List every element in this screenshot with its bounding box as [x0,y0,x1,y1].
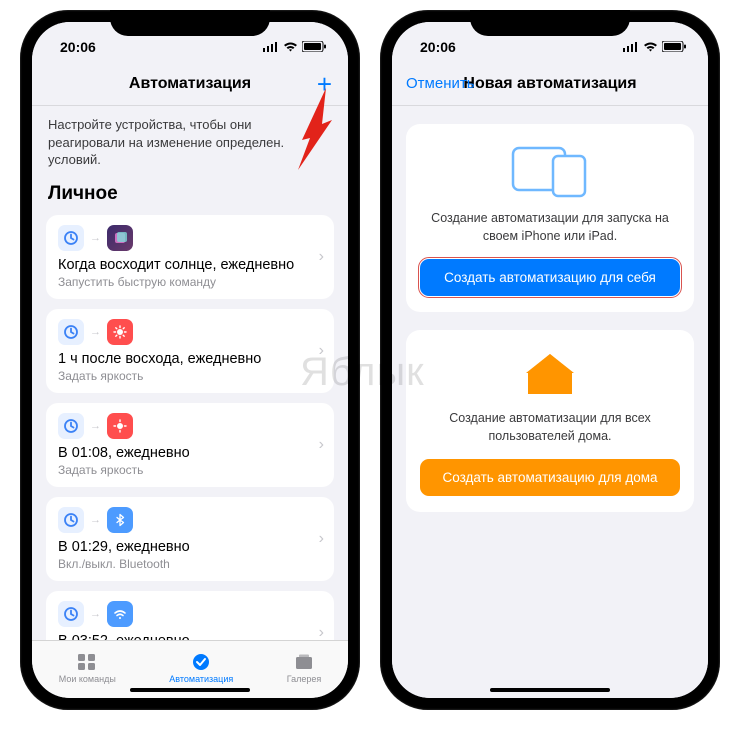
tab-label: Автоматизация [169,674,233,684]
automation-item[interactable]: → В 01:29, ежедневно Вкл./выкл. Bluetoot… [46,497,334,581]
automation-title: В 03:52, ежедневно [58,633,322,640]
home-icon [420,348,680,398]
create-home-automation-button[interactable]: Создать автоматизацию для дома [420,459,680,496]
status-indicators [263,39,326,55]
page-title: Новая автоматизация [463,75,636,93]
callout-arrow [254,84,344,179]
clock-icon [58,225,84,251]
battery-icon [302,39,326,55]
chevron-right-icon: › [319,530,324,548]
chevron-right-icon: › [319,342,324,360]
cancel-button[interactable]: Отменить [406,75,475,92]
shortcuts-icon [107,225,133,251]
phone-right: 20:06 Отменить Новая автоматизация [380,10,720,710]
page-title: Автоматизация [129,75,251,93]
clock-icon [58,319,84,345]
wifi-chip-icon [107,601,133,627]
battery-icon [662,39,686,55]
home-indicator[interactable] [130,688,250,692]
home-automation-card: Создание автоматизации для всех пользова… [406,330,694,512]
clock-icon [58,601,84,627]
automation-subtitle: Запустить быструю команду [58,275,322,289]
content-left[interactable]: Настройте устройства, чтобы они реагиров… [32,106,348,640]
clock-icon [58,413,84,439]
tab-label: Мои команды [59,674,116,684]
automation-title: 1 ч после восхода, ежедневно [58,351,322,367]
clock-icon [58,507,84,533]
tab-label: Галерея [287,674,322,684]
brightness-icon [107,319,133,345]
nav-bar: Отменить Новая автоматизация [392,62,708,106]
devices-icon [420,142,680,198]
signal-icon [623,39,639,55]
automation-item[interactable]: → В 01:08, ежедневно Задать яркость › [46,403,334,487]
card-description: Создание автоматизации для запуска на св… [420,210,680,245]
tab-gallery[interactable]: Галерея [287,652,322,684]
card-description: Создание автоматизации для всех пользова… [420,410,680,445]
arrow-icon: → [90,326,101,338]
automation-subtitle: Задать яркость [58,463,322,477]
automation-title: Когда восходит солнце, ежедневно [58,257,322,273]
chevron-right-icon: › [319,436,324,454]
arrow-icon: → [90,608,101,620]
create-personal-automation-button[interactable]: Создать автоматизацию для себя [420,259,680,296]
bluetooth-icon [107,507,133,533]
tab-my-commands[interactable]: Мои команды [59,652,116,684]
arrow-icon: → [90,232,101,244]
status-time: 20:06 [420,39,456,55]
wifi-icon [643,39,658,55]
chevron-right-icon: › [319,248,324,266]
arrow-icon: → [90,514,101,526]
automation-item[interactable]: → Когда восходит солнце, ежедневно Запус… [46,215,334,299]
automation-subtitle: Задать яркость [58,369,322,383]
home-indicator[interactable] [490,688,610,692]
status-time: 20:06 [60,39,96,55]
chevron-right-icon: › [319,624,324,640]
wifi-icon [283,39,298,55]
status-indicators [623,39,686,55]
brightness-icon [107,413,133,439]
automation-item[interactable]: → 1 ч после восхода, ежедневно Задать яр… [46,309,334,393]
notch [110,10,270,36]
automation-item[interactable]: → В 03:52, ежедневно Вкл./выкл. Wi-Fi › [46,591,334,640]
content-right: Создание автоматизации для запуска на св… [392,106,708,698]
phone-left: 20:06 Автоматизация + Настройте устройст… [20,10,360,710]
notch [470,10,630,36]
automation-title: В 01:08, ежедневно [58,445,322,461]
screen-left: 20:06 Автоматизация + Настройте устройст… [32,22,348,698]
tab-automation[interactable]: Автоматизация [169,652,233,684]
automation-subtitle: Вкл./выкл. Bluetooth [58,557,322,571]
arrow-icon: → [90,420,101,432]
personal-automation-card: Создание автоматизации для запуска на св… [406,124,694,312]
signal-icon [263,39,279,55]
screen-right: 20:06 Отменить Новая автоматизация [392,22,708,698]
section-header: Личное [46,179,334,215]
automation-title: В 01:29, ежедневно [58,539,322,555]
